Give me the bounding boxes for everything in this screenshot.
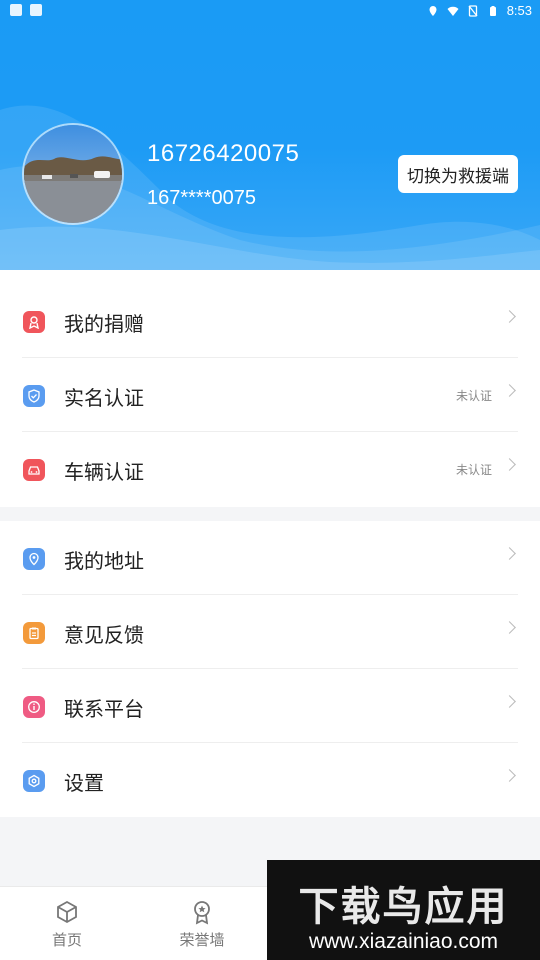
image-notification-icon (10, 4, 22, 16)
battery-icon (489, 5, 496, 16)
chevron-right-icon (503, 384, 516, 397)
menu-label: 意见反馈 (64, 623, 144, 647)
chevron-right-icon (503, 769, 516, 782)
text-notification-icon (30, 4, 42, 16)
nav-item-honor-wall[interactable]: 荣誉墙 (157, 899, 247, 950)
status-bar: 8:53 (0, 0, 540, 24)
menu-item-my-donations[interactable]: 我的捐赠 (0, 284, 540, 358)
chevron-right-icon (503, 695, 516, 708)
menu-item-my-address[interactable]: 我的地址 (0, 521, 540, 595)
menu-label: 设置 (64, 771, 104, 795)
menu-group-account: 我的捐赠 实名认证 未认证 车辆认证 未认证 (0, 270, 540, 507)
medal-icon (194, 901, 210, 925)
menu-status: 未认证 (455, 389, 492, 403)
user-masked-phone: 167****0075 (147, 187, 256, 209)
menu-status: 未认证 (455, 463, 492, 477)
menu-item-feedback[interactable]: 意见反馈 (0, 595, 540, 669)
switch-to-rescue-button[interactable]: 切换为救援端 (398, 155, 518, 193)
menu-item-real-name-verification[interactable]: 实名认证 未认证 (0, 358, 540, 432)
menu-group-general: 我的地址 意见反馈 联系平台 设置 (0, 521, 540, 817)
menu-label: 车辆认证 (64, 460, 144, 484)
avatar-photo (24, 125, 122, 223)
car-icon (23, 459, 45, 481)
clipboard-icon (23, 622, 45, 644)
watermark-title: 下载鸟应用 (298, 884, 509, 930)
menu-label: 我的捐赠 (64, 312, 144, 336)
chevron-right-icon (503, 310, 516, 323)
chevron-right-icon (503, 547, 516, 560)
nav-item-home[interactable]: 首页 (22, 899, 112, 950)
profile-header: 8:53 16726420075 167****0075 切换为救援端 (0, 0, 540, 270)
box-icon (57, 900, 77, 924)
watermark-url: www.xiazainiao.com (308, 930, 499, 953)
watermark-overlay: 下载鸟应用 www.xiazainiao.com (267, 860, 540, 960)
avatar[interactable] (22, 123, 124, 225)
chevron-right-icon (503, 621, 516, 634)
chevron-right-icon (503, 458, 516, 471)
menu-label: 实名认证 (64, 386, 144, 410)
settings-icon (23, 770, 45, 792)
location-status-icon (429, 5, 437, 16)
no-sim-icon (468, 4, 478, 17)
nav-label: 荣誉墙 (179, 931, 225, 949)
user-phone: 16726420075 (147, 140, 300, 167)
wifi-icon (447, 6, 459, 16)
donation-icon (23, 311, 45, 333)
status-time: 8:53 (506, 3, 532, 18)
menu-item-vehicle-verification[interactable]: 车辆认证 未认证 (0, 432, 540, 506)
info-icon (23, 696, 45, 718)
menu-label: 我的地址 (64, 549, 144, 573)
menu-item-settings[interactable]: 设置 (0, 743, 540, 817)
verified-shield-icon (23, 385, 45, 407)
menu-label: 联系平台 (64, 697, 144, 721)
location-icon (23, 548, 45, 570)
menu-item-contact-platform[interactable]: 联系平台 (0, 669, 540, 743)
nav-label: 首页 (51, 931, 82, 949)
